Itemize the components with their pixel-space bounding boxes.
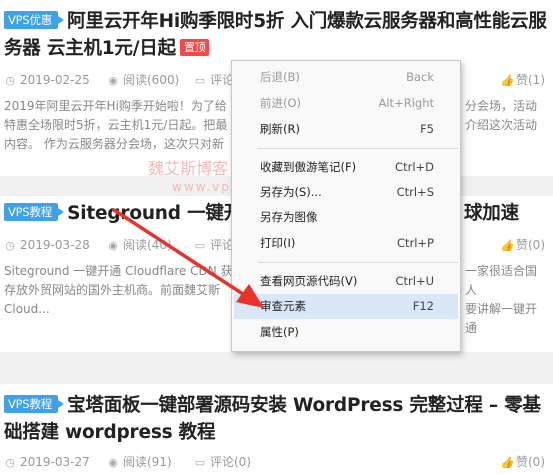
- annotation-arrow: [112, 208, 264, 308]
- arrow-head: [236, 284, 264, 308]
- arrow-shaft: [112, 208, 248, 298]
